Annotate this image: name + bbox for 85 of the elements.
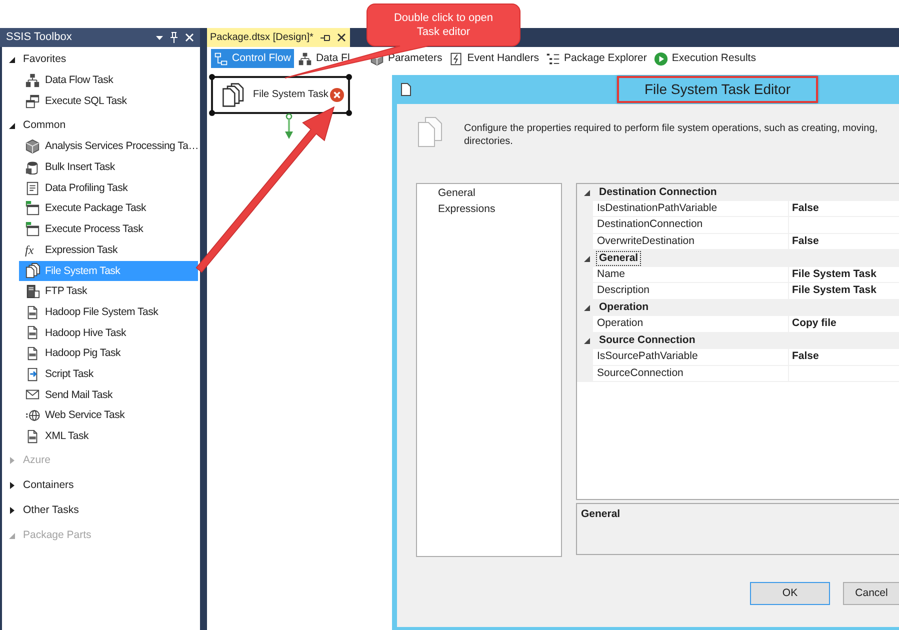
- panel-title: SSIS Toolbox: [6, 30, 72, 44]
- toolbox-group-header[interactable]: Common: [2, 114, 200, 136]
- caret-icon[interactable]: [584, 304, 590, 312]
- designer-tab[interactable]: Control Flow: [211, 49, 294, 68]
- document-icon: [25, 428, 40, 444]
- selection-handle[interactable]: [346, 110, 352, 116]
- cube-icon: [25, 139, 40, 154]
- toolbox-group-header[interactable]: Containers: [2, 474, 200, 497]
- category-label[interactable]: Destination Connection: [596, 184, 720, 200]
- window-title: File System Task Editor: [644, 81, 790, 98]
- caret-icon[interactable]: [584, 254, 590, 262]
- toolbox-group-header[interactable]: Favorites: [2, 48, 200, 70]
- documents-icon: [222, 83, 244, 107]
- tab-title: Package.dtsx [Design]*: [210, 32, 314, 44]
- toolbox-item[interactable]: Hadoop Hive Task: [19, 322, 198, 344]
- page-item[interactable]: Expressions: [417, 201, 496, 217]
- dropdown-icon[interactable]: [156, 36, 163, 40]
- document-icon: [25, 346, 40, 362]
- toolbox-item[interactable]: Analysis Services Processing Ta…: [19, 136, 198, 158]
- node-label: File System Task: [253, 89, 328, 101]
- callout-text: Double click to open Task editor: [394, 11, 494, 39]
- document-icon: [25, 304, 40, 320]
- designer-tab[interactable]: Package Explorer: [543, 49, 650, 68]
- documents-icon: [418, 117, 442, 147]
- play-icon: [654, 52, 668, 66]
- tree-list-icon: [546, 52, 560, 66]
- property-value[interactable]: File System Task: [788, 266, 899, 283]
- category-label[interactable]: Operation: [596, 300, 652, 316]
- selection-handle[interactable]: [346, 74, 352, 80]
- lightning-document-icon: [449, 52, 464, 66]
- property-name[interactable]: IsDestinationPathVariable: [577, 200, 788, 217]
- toolbox-item[interactable]: Web Service Task: [19, 405, 198, 426]
- window-flag-icon: [25, 201, 40, 216]
- toolbox-item[interactable]: fx Expression Task: [19, 240, 198, 260]
- description-text: Configure the properties required to perform file system operations, such as creating, moving, directories.: [464, 122, 878, 148]
- task-node[interactable]: File System Task: [211, 76, 350, 114]
- close-icon[interactable]: [337, 33, 346, 42]
- toolbox-item[interactable]: Send Mail Task: [19, 384, 198, 406]
- globe-icon: [25, 408, 40, 424]
- property-value[interactable]: False: [788, 200, 899, 217]
- data-flow-icon: [298, 52, 312, 66]
- toolbox-item[interactable]: Execute Package Task: [19, 198, 198, 220]
- toolbox-item[interactable]: Hadoop File System Task: [19, 302, 198, 323]
- toolbox-item[interactable]: Data Flow Task: [19, 70, 198, 91]
- script-icon: [25, 366, 40, 382]
- database-icon: [25, 160, 40, 175]
- help-title: General: [581, 508, 622, 521]
- property-value[interactable]: False: [788, 349, 899, 366]
- document-icon: [401, 83, 411, 96]
- property-name[interactable]: Name: [577, 266, 788, 283]
- designer-tab[interactable]: Event Handlers: [446, 49, 542, 68]
- toolbox-group-header[interactable]: Other Tasks: [2, 500, 200, 522]
- toolbox-item[interactable]: Data Profiling Task: [19, 178, 198, 198]
- window-flag-icon: [25, 222, 40, 237]
- toolbox-item[interactable]: Bulk Insert Task: [19, 157, 198, 178]
- selection-handle[interactable]: [209, 74, 215, 80]
- toolbox-item[interactable]: Execute SQL Task: [19, 90, 198, 112]
- data-flow-icon: [25, 72, 40, 88]
- toolbox-item[interactable]: Hadoop Pig Task: [19, 343, 198, 364]
- fx-icon: fx: [25, 242, 40, 258]
- documents-icon: [25, 263, 40, 278]
- connector-arrow[interactable]: [284, 113, 294, 139]
- dialog-button[interactable]: OK: [750, 582, 830, 605]
- stacked-windows-icon: [25, 94, 40, 109]
- category-label[interactable]: General: [596, 250, 642, 266]
- toolbox-item[interactable]: Script Task: [19, 364, 198, 385]
- category-label[interactable]: Source Connection: [596, 333, 698, 348]
- pin-icon[interactable]: [320, 34, 331, 42]
- toolbox-item[interactable]: FTP Task: [19, 281, 198, 302]
- server-icon: [25, 284, 40, 300]
- toolbox-item[interactable]: XML Task: [19, 426, 198, 447]
- caret-icon[interactable]: [584, 188, 590, 196]
- property-name[interactable]: IsSourcePathVariable: [577, 349, 788, 366]
- caret-icon[interactable]: [584, 337, 590, 344]
- document-tab[interactable]: Package.dtsx [Design]*: [207, 28, 350, 47]
- toolbox-item[interactable]: Execute Process Task: [19, 219, 198, 240]
- designer-tab[interactable]: Execution Results: [650, 49, 759, 68]
- property-name[interactable]: DestinationConnection: [577, 217, 788, 234]
- property-name[interactable]: SourceConnection: [577, 366, 788, 382]
- flow-diagram-icon: [214, 52, 228, 66]
- page-item[interactable]: General: [417, 185, 476, 201]
- dialog-button[interactable]: Cancel: [843, 582, 899, 605]
- document-icon: [25, 325, 40, 340]
- selection-handle[interactable]: [209, 110, 215, 116]
- document-lines-icon: [25, 180, 40, 196]
